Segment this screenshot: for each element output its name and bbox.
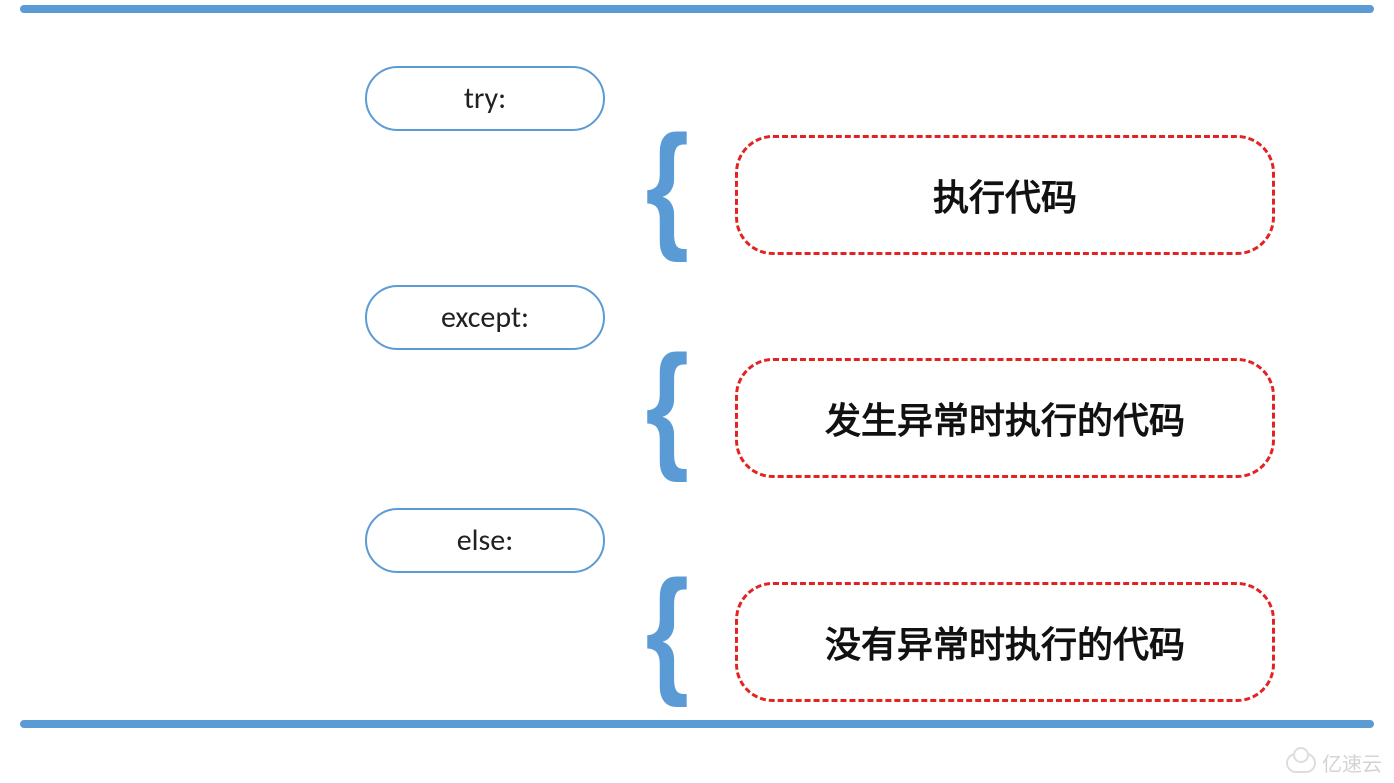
brace-icon: {	[645, 560, 689, 700]
except-keyword-text: except:	[441, 299, 529, 336]
cloud-icon	[1286, 753, 1316, 773]
watermark: 亿速云	[1286, 748, 1382, 777]
brace-icon: {	[645, 115, 689, 255]
else-keyword-box: else:	[365, 508, 605, 573]
else-body-box: 没有异常时执行的代码	[735, 582, 1275, 702]
try-keyword-box: try:	[365, 66, 605, 131]
brace-icon: {	[645, 335, 689, 475]
try-body-text: 执行代码	[933, 169, 1077, 221]
except-body-text: 发生异常时执行的代码	[825, 392, 1185, 444]
else-keyword-text: else:	[457, 522, 514, 559]
bottom-divider	[20, 720, 1374, 728]
try-keyword-text: try:	[464, 80, 506, 117]
watermark-text: 亿速云	[1322, 748, 1382, 777]
except-body-box: 发生异常时执行的代码	[735, 358, 1275, 478]
top-divider	[20, 5, 1374, 13]
except-keyword-box: except:	[365, 285, 605, 350]
try-body-box: 执行代码	[735, 135, 1275, 255]
else-body-text: 没有异常时执行的代码	[825, 616, 1185, 668]
